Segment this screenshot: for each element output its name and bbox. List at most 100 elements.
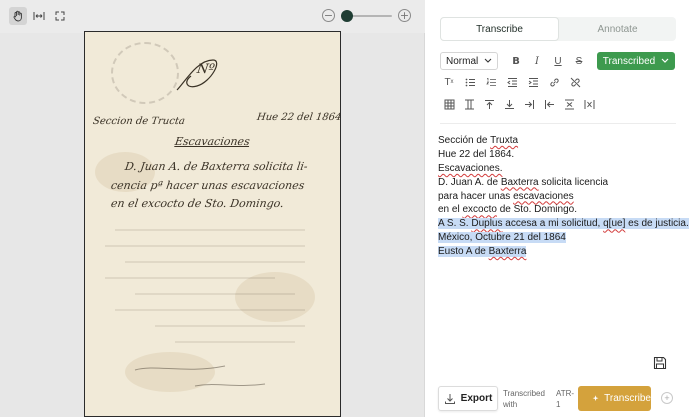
text-segment: en el [438, 204, 463, 216]
insert-row-above-icon[interactable] [480, 95, 498, 113]
fit-width-icon[interactable] [30, 7, 48, 25]
add-icon[interactable]: + [661, 392, 673, 404]
manuscript-line: Seccion de Tructa [92, 116, 186, 127]
mode-tabs: Transcribe Annotate [440, 17, 676, 41]
spellcheck-word: excocto [462, 204, 497, 216]
transcribe-label: Transcribe [604, 393, 651, 404]
manuscript-line: cencia pª hacer unas escavaciones [110, 179, 306, 192]
chevron-down-icon [661, 58, 669, 63]
manuscript-number: Nº [195, 62, 216, 77]
transcription-line[interactable]: Eusto A de Baxterra [438, 245, 678, 259]
insert-row-before-icon[interactable] [540, 95, 558, 113]
spellcheck-word: q[ue] [603, 218, 626, 230]
spellcheck-word: Truxta [490, 135, 519, 146]
delete-column-icon[interactable] [580, 95, 598, 113]
model-name-line-2: 1 [556, 400, 561, 409]
text-segment: para hacer unas [438, 190, 514, 202]
spellcheck-word: Escavaciones. [438, 162, 503, 174]
tab-transcribe[interactable]: Transcribe [440, 17, 559, 41]
status-label: Transcribed [602, 55, 656, 67]
viewer-toolbar: − + [0, 0, 425, 33]
image-viewer: − + Nº Seccion de Tructa Hue 22 del 1864… [0, 0, 425, 417]
text-segment: accesa a mi solicitud, [502, 218, 604, 230]
save-icon[interactable] [653, 356, 667, 370]
manuscript-line: Escavaciones [174, 135, 251, 148]
insert-row-below-icon[interactable] [500, 95, 518, 113]
insert-column-right-icon[interactable] [520, 95, 538, 113]
bullet-list-icon[interactable] [461, 73, 479, 91]
text-segment: A S. S. [438, 218, 472, 230]
superscript-icon[interactable]: Tx [440, 73, 458, 91]
format-toolbar-row-1: Normal B I U S [440, 52, 588, 70]
text-segment: Sección de [438, 135, 491, 146]
outdent-icon[interactable] [503, 73, 521, 91]
manuscript-line: Hue 22 del 1864. [256, 112, 341, 123]
transcription-line[interactable]: Escavaciones. [438, 162, 678, 176]
spellcheck-word: Baxterra [500, 176, 539, 188]
spellcheck-word: escavaciones [513, 190, 574, 202]
text-segment: México, Octubre 21 del 1864 [438, 232, 566, 244]
underline-icon[interactable]: U [549, 52, 567, 70]
zoom-out-glyph: − [323, 9, 334, 22]
transcription-line[interactable]: en el excocto de Sto. Domingo. [438, 203, 678, 217]
status-dropdown-button[interactable]: Transcribed [597, 52, 675, 70]
toolbar-divider [440, 123, 676, 124]
tab-annotate[interactable]: Annotate [559, 17, 676, 41]
transcribe-button[interactable]: Transcribe [578, 386, 651, 411]
spellcheck-word: Baxterra [488, 246, 527, 258]
transcribed-with-line-2: with [503, 400, 518, 409]
download-icon [444, 393, 455, 404]
transcribed-with-line-1: Transcribed [503, 389, 545, 398]
text-segment: Eusto A de [438, 246, 489, 258]
zoom-in-icon[interactable]: + [398, 9, 411, 22]
text-segment: es de justicia. [625, 218, 689, 230]
fullscreen-icon[interactable] [51, 7, 69, 25]
hand-tool-icon[interactable] [9, 7, 27, 25]
transcription-line[interactable]: A S. S. Duplus accesa a mi solicitud, q[… [438, 217, 689, 231]
indent-icon[interactable] [524, 73, 542, 91]
manuscript-page-image[interactable]: Nº Seccion de Tructa Hue 22 del 1864. Es… [84, 31, 341, 417]
unlink-icon[interactable] [566, 73, 584, 91]
line-text: Sección de Truxta [438, 135, 518, 146]
chevron-down-icon [484, 58, 492, 63]
model-name: ATR- 1 [556, 388, 574, 410]
text-segment: D. Juan A. de [438, 176, 501, 188]
bottom-action-bar: Export Transcribed with ATR- 1 Transcrib… [426, 380, 690, 417]
transcribed-with-text: Transcribed with [503, 388, 545, 410]
paragraph-style-value: Normal [446, 55, 479, 67]
link-icon[interactable] [545, 73, 563, 91]
transcription-line[interactable]: Sección de Truxta [438, 134, 678, 148]
line-text: D. Juan A. de Baxterra solicita licencia [438, 177, 608, 188]
bold-icon[interactable]: B [507, 52, 525, 70]
sparkle-icon [592, 395, 599, 402]
strikethrough-icon[interactable]: S [570, 52, 588, 70]
format-toolbar-row-3 [440, 95, 598, 113]
line-text: para hacer unas escavaciones [438, 191, 574, 202]
zoom-in-glyph: + [399, 9, 410, 22]
transcription-line[interactable]: Hue 22 del 1864. [438, 148, 678, 162]
line-text: Escavaciones. [438, 163, 502, 174]
line-text: Hue 22 del 1864. [438, 149, 514, 160]
paragraph-style-select[interactable]: Normal [440, 52, 498, 70]
manuscript-line: D. Juan A. de Baxterra solicita li- [124, 160, 309, 173]
export-button[interactable]: Export [438, 386, 498, 411]
selected-text: A S. S. Duplus accesa a mi solicitud, q[… [438, 218, 689, 230]
transcription-line[interactable]: México, Octubre 21 del 1864 [438, 231, 678, 245]
transcription-line[interactable]: para hacer unas escavaciones [438, 190, 678, 204]
zoom-slider-handle[interactable] [341, 10, 354, 22]
text-segment: de Sto. Domingo. [496, 204, 577, 216]
delete-row-icon[interactable] [560, 95, 578, 113]
italic-icon[interactable]: I [528, 52, 546, 70]
zoom-out-icon[interactable]: − [322, 9, 335, 22]
insert-column-left-icon[interactable] [460, 95, 478, 113]
text-segment: solicita licencia [538, 176, 609, 188]
table-icon[interactable] [440, 95, 458, 113]
transcription-line[interactable]: D. Juan A. de Baxterra solicita licencia [438, 176, 678, 190]
spellcheck-word: Duplus [471, 218, 503, 230]
format-toolbar-row-2: Tx [440, 73, 584, 91]
export-label: Export [460, 393, 493, 404]
text-segment: Hue 22 del 1864. [438, 148, 515, 160]
numbered-list-icon[interactable] [482, 73, 500, 91]
transcription-editor[interactable]: Sección de Truxta Hue 22 del 1864. Escavac… [438, 134, 689, 259]
line-text: en el excocto de Sto. Domingo. [438, 204, 577, 215]
